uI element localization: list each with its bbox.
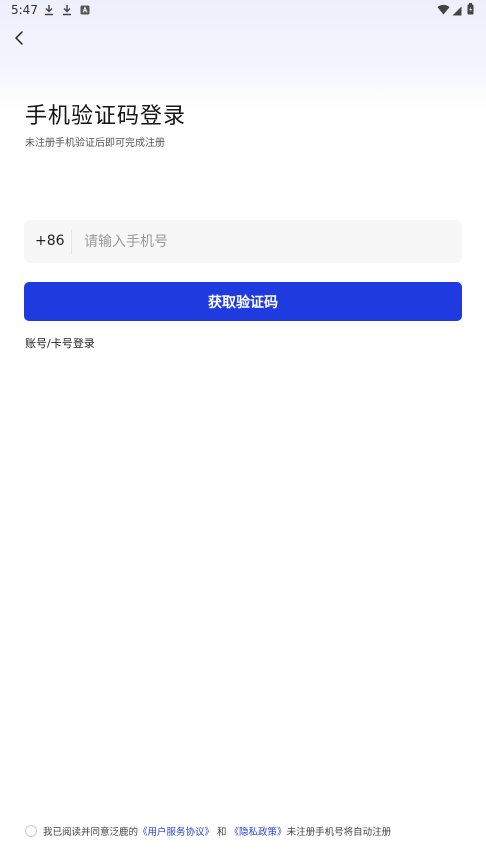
page-title: 手机验证码登录 bbox=[25, 104, 187, 129]
status-time: 5:47 bbox=[11, 3, 38, 17]
account-login-link[interactable]: 账号/卡号登录 bbox=[25, 335, 95, 351]
agreement-suffix: 未注册手机号将自动注册 bbox=[286, 827, 392, 838]
page-subtitle: 未注册手机验证后即可完成注册 bbox=[25, 138, 165, 149]
status-bar: 5:47 bbox=[0, 0, 486, 20]
phone-input[interactable] bbox=[82, 226, 446, 258]
agreement-and: 和 bbox=[217, 827, 227, 838]
privacy-policy-link[interactable]: 《隐私政策》 bbox=[230, 824, 287, 838]
user-agreement-link[interactable]: 《用户服务协议》 bbox=[138, 824, 214, 838]
phone-field: +86 bbox=[24, 220, 462, 263]
country-code-selector[interactable]: +86 bbox=[35, 233, 65, 249]
agreement-checkbox[interactable] bbox=[25, 825, 37, 837]
signal-icon bbox=[452, 5, 462, 19]
download-icon bbox=[61, 4, 73, 19]
field-divider bbox=[71, 229, 72, 254]
agreement-row: 我已阅读并同意泛鹿的 《用户服务协议》 和 《隐私政策》 未注册手机号将自动注册 bbox=[25, 823, 391, 839]
wifi-icon bbox=[437, 4, 450, 18]
back-button[interactable] bbox=[8, 27, 30, 49]
app-notification-icon bbox=[80, 4, 90, 18]
battery-icon bbox=[467, 3, 474, 18]
get-code-button[interactable]: 获取验证码 bbox=[24, 282, 462, 321]
download-icon bbox=[43, 4, 55, 19]
chevron-left-icon bbox=[8, 31, 30, 53]
agreement-prefix: 我已阅读并同意泛鹿的 bbox=[43, 827, 139, 838]
